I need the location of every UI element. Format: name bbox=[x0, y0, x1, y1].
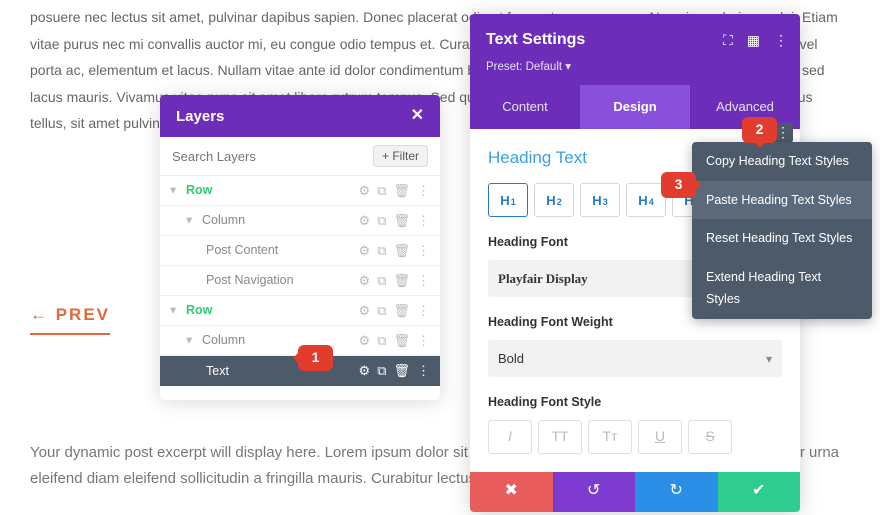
layer-label: Row bbox=[186, 179, 359, 202]
save-button[interactable]: ✔ bbox=[718, 472, 801, 512]
layer-label: Post Content bbox=[206, 239, 359, 262]
duplicate-icon[interactable]: ⧉ bbox=[377, 209, 386, 232]
more-icon[interactable]: ⋮ bbox=[417, 269, 430, 292]
close-icon[interactable]: ✕ bbox=[411, 102, 424, 131]
duplicate-icon[interactable]: ⧉ bbox=[377, 299, 386, 322]
more-icon[interactable]: ⋮ bbox=[417, 359, 430, 382]
layer-row-post-navigation[interactable]: Post Navigation ⚙ ⧉ 🗑 ⋮ bbox=[160, 266, 440, 296]
layer-row-row[interactable]: ▾ Row ⚙ ⧉ 🗑 ⋮ bbox=[160, 296, 440, 326]
expand-icon[interactable]: ⛶ bbox=[723, 28, 733, 53]
more-icon[interactable]: ⋮ bbox=[417, 239, 430, 262]
heading-h2-button[interactable]: H2 bbox=[534, 183, 574, 217]
ctx-reset-styles[interactable]: Reset Heading Text Styles bbox=[692, 219, 872, 258]
duplicate-icon[interactable]: ⧉ bbox=[377, 269, 386, 292]
prev-link[interactable]: ← PREV bbox=[30, 300, 110, 335]
layer-label: Column bbox=[202, 329, 359, 352]
trash-icon[interactable]: 🗑 bbox=[393, 359, 410, 382]
gear-icon[interactable]: ⚙ bbox=[359, 299, 371, 322]
cancel-button[interactable]: ✖ bbox=[470, 472, 553, 512]
annotation-marker-1: 1 bbox=[298, 345, 333, 371]
gear-icon[interactable]: ⚙ bbox=[359, 209, 371, 232]
chevron-down-icon[interactable]: ▾ bbox=[186, 209, 196, 232]
trash-icon[interactable]: 🗑 bbox=[393, 299, 410, 322]
layers-title: Layers bbox=[176, 103, 224, 130]
chevron-down-icon[interactable]: ▾ bbox=[170, 179, 180, 202]
more-icon[interactable]: ⋮ bbox=[774, 28, 788, 53]
redo-button[interactable]: ↻ bbox=[635, 472, 718, 512]
filter-button[interactable]: + Filter bbox=[373, 145, 428, 167]
layer-row-column[interactable]: ▾ Column ⚙ ⧉ 🗑 ⋮ bbox=[160, 206, 440, 236]
gear-icon[interactable]: ⚙ bbox=[359, 359, 371, 382]
trash-icon[interactable]: 🗑 bbox=[393, 329, 410, 352]
tab-content[interactable]: Content bbox=[470, 85, 580, 128]
layer-row-row[interactable]: ▾ Row ⚙ ⧉ 🗑 ⋮ bbox=[160, 176, 440, 206]
heading-h4-button[interactable]: H4 bbox=[626, 183, 666, 217]
layer-label: Text bbox=[206, 360, 359, 383]
search-input[interactable] bbox=[172, 149, 373, 164]
heading-weight-select[interactable]: Bold ▾ bbox=[488, 340, 782, 377]
ctx-copy-styles[interactable]: Copy Heading Text Styles bbox=[692, 142, 872, 181]
duplicate-icon[interactable]: ⧉ bbox=[377, 329, 386, 352]
duplicate-icon[interactable]: ⧉ bbox=[377, 359, 386, 382]
settings-header: Text Settings Preset: Default ▾ ⛶ ▦ ⋮ bbox=[470, 14, 800, 85]
grid-icon[interactable]: ▦ bbox=[747, 28, 760, 53]
ctx-paste-styles[interactable]: Paste Heading Text Styles bbox=[692, 181, 872, 220]
gear-icon[interactable]: ⚙ bbox=[359, 179, 371, 202]
annotation-marker-3: 3 bbox=[661, 172, 696, 198]
annotation-marker-2: 2 bbox=[742, 117, 777, 143]
chevron-down-icon[interactable]: ▾ bbox=[170, 299, 180, 322]
trash-icon[interactable]: 🗑 bbox=[393, 209, 410, 232]
ctx-extend-styles[interactable]: Extend Heading Text Styles bbox=[692, 258, 872, 319]
heading-style-label: Heading Font Style bbox=[488, 391, 782, 414]
select-caret-icon: ▾ bbox=[766, 353, 772, 365]
trash-icon[interactable]: 🗑 bbox=[393, 239, 410, 262]
uppercase-button[interactable]: TT bbox=[538, 420, 582, 454]
layer-label: Column bbox=[202, 209, 359, 232]
underline-button[interactable]: U bbox=[638, 420, 682, 454]
gear-icon[interactable]: ⚙ bbox=[359, 239, 371, 262]
heading-weight-value: Bold bbox=[498, 347, 524, 370]
italic-button[interactable]: I bbox=[488, 420, 532, 454]
layers-search-bar: + Filter bbox=[160, 137, 440, 176]
trash-icon[interactable]: 🗑 bbox=[393, 179, 410, 202]
chevron-down-icon[interactable]: ▾ bbox=[186, 329, 196, 352]
heading-h1-button[interactable]: H1 bbox=[488, 183, 528, 217]
layers-header: Layers ✕ bbox=[160, 95, 440, 137]
strikethrough-button[interactable]: S bbox=[688, 420, 732, 454]
context-menu: Copy Heading Text Styles Paste Heading T… bbox=[692, 142, 872, 319]
duplicate-icon[interactable]: ⧉ bbox=[377, 179, 386, 202]
more-icon[interactable]: ⋮ bbox=[417, 329, 430, 352]
tab-design[interactable]: Design bbox=[580, 85, 690, 128]
settings-footer: ✖ ↺ ↻ ✔ bbox=[470, 472, 800, 512]
layer-row-post-content[interactable]: Post Content ⚙ ⧉ 🗑 ⋮ bbox=[160, 236, 440, 266]
undo-button[interactable]: ↺ bbox=[553, 472, 636, 512]
gear-icon[interactable]: ⚙ bbox=[359, 329, 371, 352]
gear-icon[interactable]: ⚙ bbox=[359, 269, 371, 292]
more-icon[interactable]: ⋮ bbox=[417, 179, 430, 202]
capitalize-button[interactable]: Tᴛ bbox=[588, 420, 632, 454]
trash-icon[interactable]: 🗑 bbox=[393, 269, 410, 292]
heading-font-value: Playfair Display bbox=[498, 267, 588, 290]
heading-h3-button[interactable]: H3 bbox=[580, 183, 620, 217]
layer-label: Row bbox=[186, 299, 359, 322]
layer-label: Post Navigation bbox=[206, 269, 359, 292]
more-icon[interactable]: ⋮ bbox=[417, 299, 430, 322]
duplicate-icon[interactable]: ⧉ bbox=[377, 239, 386, 262]
more-icon[interactable]: ⋮ bbox=[417, 209, 430, 232]
preset-dropdown[interactable]: Preset: Default ▾ bbox=[486, 57, 784, 78]
